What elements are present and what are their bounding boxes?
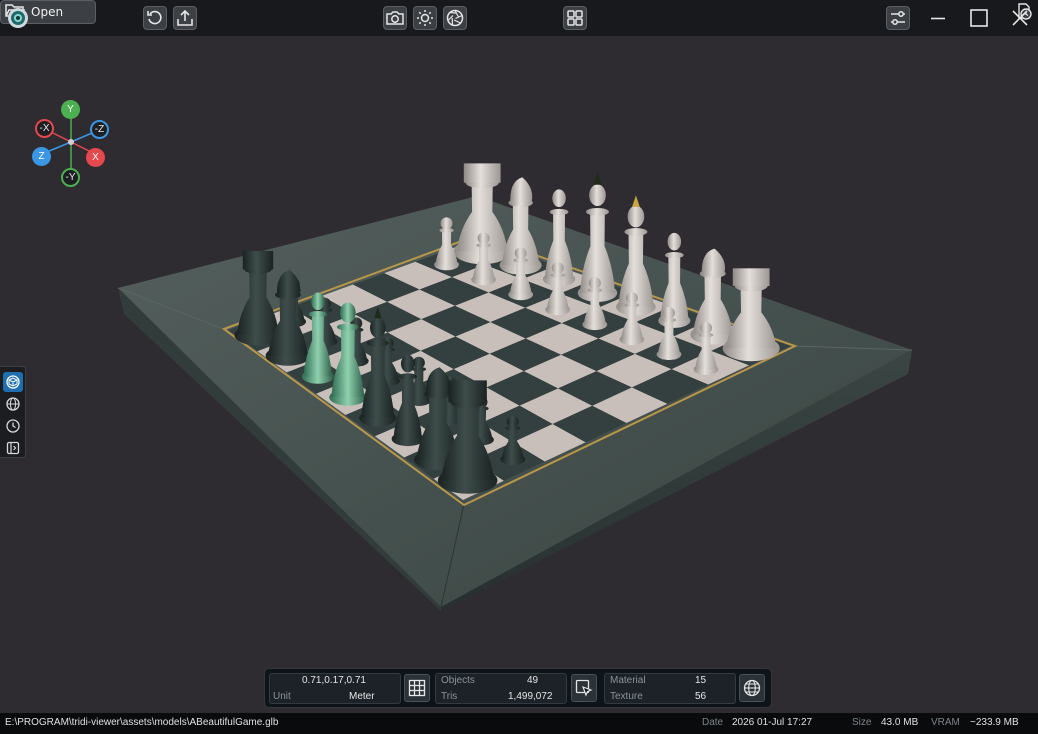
close-button[interactable] [1008, 6, 1032, 30]
maximize-button[interactable] [967, 6, 991, 30]
left-side-panel [0, 366, 26, 458]
axis-neg-x-handle[interactable]: -X [35, 119, 54, 138]
reset-icon [147, 10, 162, 25]
settings-sliders-icon [891, 11, 905, 25]
screenshot-button[interactable] [383, 6, 407, 30]
screenshot-icon [386, 11, 404, 25]
tris-value: 1,499,072 [508, 691, 553, 702]
axis-neg-y-handle[interactable]: -Y [61, 168, 80, 187]
texture-value: 56 [695, 691, 707, 702]
axis-gizmo[interactable]: Y -X -Z Z X -Y [28, 96, 118, 192]
close-icon [1012, 10, 1028, 26]
model-info-panel: 0.71,0.17,0.71 Unit Meter Objects 49 Tri… [264, 668, 772, 708]
objects-label: Objects [441, 675, 475, 686]
settings-button[interactable] [886, 6, 910, 30]
texture-label: Texture [610, 691, 643, 702]
top-toolbar: Open [0, 0, 1038, 36]
vram-label: VRAM [931, 717, 960, 728]
grid-icon [408, 679, 426, 697]
panel-toggle-button[interactable] [3, 438, 23, 458]
animation-clock-icon [6, 419, 20, 433]
export-button[interactable] [173, 6, 197, 30]
export-icon [177, 9, 193, 26]
reset-view-button[interactable] [143, 6, 167, 30]
3d-viewport[interactable]: Y -X -Z Z X -Y [0, 36, 1038, 713]
globe-icon [743, 679, 761, 697]
app-logo-icon[interactable] [6, 6, 30, 30]
aperture-button[interactable] [443, 6, 467, 30]
size-value: 43.0 MB [881, 717, 919, 728]
scale-value: 0.71,0.17,0.71 [302, 675, 366, 686]
size-label: Size [852, 717, 872, 728]
unit-label: Unit [273, 691, 291, 702]
axis-x-handle[interactable]: X [86, 148, 105, 167]
open-label: Open [31, 5, 64, 19]
model-view-button[interactable] [3, 372, 23, 392]
material-label: Material [610, 675, 646, 686]
axis-z-handle[interactable]: Z [32, 147, 51, 166]
environment-globe-icon [6, 397, 20, 411]
aperture-icon [446, 9, 464, 27]
minimize-icon [931, 17, 945, 20]
minimize-button[interactable] [926, 6, 950, 30]
vram-value: ~233.9 MB [970, 717, 1019, 728]
maximize-icon [970, 9, 988, 27]
date-label: Date [702, 717, 724, 728]
select-cursor-icon [575, 679, 593, 697]
lighting-button[interactable] [413, 6, 437, 30]
material-globe-button[interactable] [739, 674, 765, 702]
lighting-icon [417, 10, 433, 26]
date-value: 2026 01-Jul 17:27 [732, 717, 813, 728]
panel-toggle-icon [6, 441, 20, 455]
file-path: E:\PROGRAM\tridi-viewer\assets\models\AB… [5, 717, 279, 728]
model-view-icon [6, 375, 20, 389]
axis-y-handle[interactable]: Y [61, 100, 80, 119]
tris-label: Tris [441, 691, 458, 702]
material-value: 15 [695, 675, 707, 686]
select-tool-button[interactable] [571, 674, 597, 702]
app-window: Open Y -X -Z Z X -Y 0.71,0.17,0.71 Unit … [0, 0, 1038, 734]
animation-button[interactable] [3, 416, 23, 436]
status-bar: E:\PROGRAM\tridi-viewer\assets\models\AB… [0, 713, 1038, 734]
chess-model-scene[interactable] [0, 36, 1038, 713]
layout-grid-icon [567, 10, 583, 26]
layout-grid-button[interactable] [563, 6, 587, 30]
grid-toggle-button[interactable] [404, 674, 430, 702]
objects-value: 49 [527, 675, 539, 686]
environment-button[interactable] [3, 394, 23, 414]
unit-value: Meter [349, 691, 375, 702]
axis-neg-z-handle[interactable]: -Z [90, 120, 109, 139]
